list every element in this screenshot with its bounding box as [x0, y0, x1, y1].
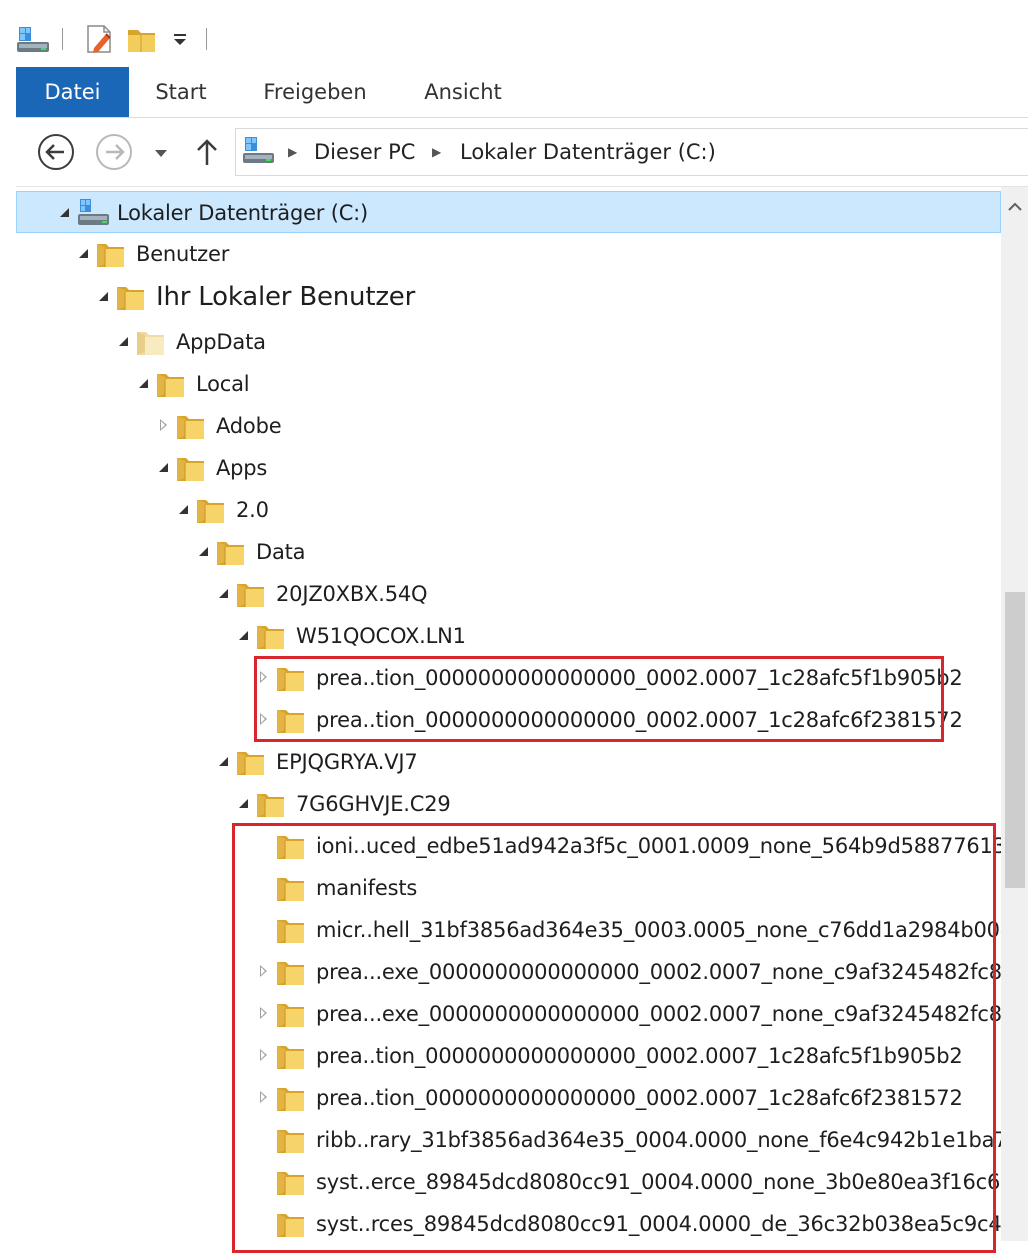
- recent-locations-dropdown-icon[interactable]: [148, 140, 174, 166]
- tree-item-label: 7G6GHVJE.C29: [296, 792, 451, 816]
- this-pc-icon: [242, 134, 278, 170]
- tree-item-folder[interactable]: Local: [16, 363, 1001, 405]
- tree-item-label: 2.0: [236, 498, 269, 522]
- tree-item-folder[interactable]: Data: [16, 531, 1001, 573]
- tree-item-folder[interactable]: Apps: [16, 447, 1001, 489]
- expanded-arrow-icon[interactable]: [176, 499, 190, 519]
- folder-icon: [256, 791, 286, 818]
- address-bar[interactable]: ▶ Dieser PC ▶ Lokaler Datenträger (C:): [235, 128, 1028, 176]
- customize-dropdown-icon[interactable]: [166, 22, 194, 56]
- tree-item-label: Adobe: [216, 414, 282, 438]
- expanded-arrow-icon[interactable]: [96, 286, 110, 306]
- tree-item-folder[interactable]: AppData: [16, 321, 1001, 363]
- tree-item-label: EPJQGRYA.VJ7: [276, 750, 418, 774]
- navigation-bar: ▶ Dieser PC ▶ Lokaler Datenträger (C:): [16, 118, 1028, 187]
- expanded-arrow-icon[interactable]: [236, 625, 250, 645]
- tree-item-label: Apps: [216, 456, 268, 480]
- tab-start[interactable]: Start: [140, 67, 222, 117]
- tree-item-folder[interactable]: EPJQGRYA.VJ7: [16, 741, 1001, 783]
- expanded-arrow-icon[interactable]: [216, 583, 230, 603]
- tree-item-label: 20JZ0XBX.54Q: [276, 582, 428, 606]
- tab-ansicht[interactable]: Ansicht: [410, 67, 516, 117]
- tree-item-label: AppData: [176, 330, 266, 354]
- tree-item-folder[interactable]: Benutzer: [16, 233, 1001, 275]
- tree-item-label: Data: [256, 540, 306, 564]
- tree-item-folder[interactable]: 20JZ0XBX.54Q: [16, 573, 1001, 615]
- folder-icon: [96, 241, 126, 268]
- folder-icon: [236, 581, 266, 608]
- expanded-arrow-icon[interactable]: [136, 373, 150, 393]
- tree-item-label: Benutzer: [136, 242, 230, 266]
- tree-item-folder[interactable]: 7G6GHVJE.C29: [16, 783, 1001, 825]
- breadcrumb-dieser-pc[interactable]: Dieser PC: [314, 129, 415, 175]
- expanded-arrow-icon[interactable]: [196, 541, 210, 561]
- tree-item-label: Lokaler Datenträger (C:): [117, 201, 369, 225]
- folder-icon: [236, 749, 266, 776]
- scroll-up-icon[interactable]: [1001, 187, 1028, 227]
- forward-arrow-icon[interactable]: [92, 130, 136, 174]
- expanded-arrow-icon[interactable]: [116, 331, 130, 351]
- breadcrumb-separator-icon[interactable]: ▶: [432, 129, 441, 175]
- vertical-scrollbar[interactable]: [1001, 187, 1028, 1241]
- new-folder-icon[interactable]: [124, 22, 160, 56]
- tree-item-label: W51QOCOX.LN1: [296, 624, 466, 648]
- highlight-box: [254, 656, 944, 742]
- folder-icon: [176, 413, 206, 440]
- tree-item-folder[interactable]: W51QOCOX.LN1: [16, 615, 1001, 657]
- collapsed-arrow-icon[interactable]: [156, 415, 170, 435]
- up-arrow-icon[interactable]: [190, 134, 224, 170]
- breadcrumb-separator-icon[interactable]: ▶: [288, 129, 297, 175]
- drive-icon: [77, 198, 109, 225]
- tree-item-folder[interactable]: Adobe: [16, 405, 1001, 447]
- expanded-arrow-icon[interactable]: [236, 793, 250, 813]
- breadcrumb-local-disk[interactable]: Lokaler Datenträger (C:): [460, 129, 716, 175]
- scrollbar-thumb[interactable]: [1005, 592, 1025, 888]
- tree-item-folder[interactable]: Ihr Lokaler Benutzer: [16, 276, 1001, 318]
- highlight-box: [232, 823, 996, 1253]
- back-arrow-icon[interactable]: [34, 130, 78, 174]
- tree-item-label: Ihr Lokaler Benutzer: [156, 282, 416, 312]
- folder-icon: [116, 284, 146, 311]
- tab-freigeben[interactable]: Freigeben: [246, 67, 384, 117]
- drive-icon[interactable]: [16, 22, 52, 56]
- properties-icon[interactable]: [80, 22, 118, 56]
- expanded-arrow-icon[interactable]: [76, 243, 90, 263]
- expanded-arrow-icon[interactable]: [57, 202, 71, 222]
- folder-icon: [216, 539, 246, 566]
- tree-item-folder[interactable]: 2.0: [16, 489, 1001, 531]
- folder-icon: [256, 623, 286, 650]
- expanded-arrow-icon[interactable]: [156, 457, 170, 477]
- quick-access-toolbar: [0, 0, 1028, 66]
- folder-icon: [156, 371, 186, 398]
- folder-icon: [136, 329, 166, 356]
- tree-item-label: Local: [196, 372, 250, 396]
- expanded-arrow-icon[interactable]: [216, 751, 230, 771]
- ribbon-tabs: Datei Start Freigeben Ansicht: [16, 67, 1028, 118]
- tab-datei[interactable]: Datei: [16, 67, 129, 117]
- folder-icon: [196, 497, 226, 524]
- tree-item-drive[interactable]: Lokaler Datenträger (C:): [16, 191, 1001, 233]
- navigation-tree: Lokaler Datenträger (C:) Benutzer Ihr Loka…: [16, 187, 1028, 1253]
- folder-icon: [176, 455, 206, 482]
